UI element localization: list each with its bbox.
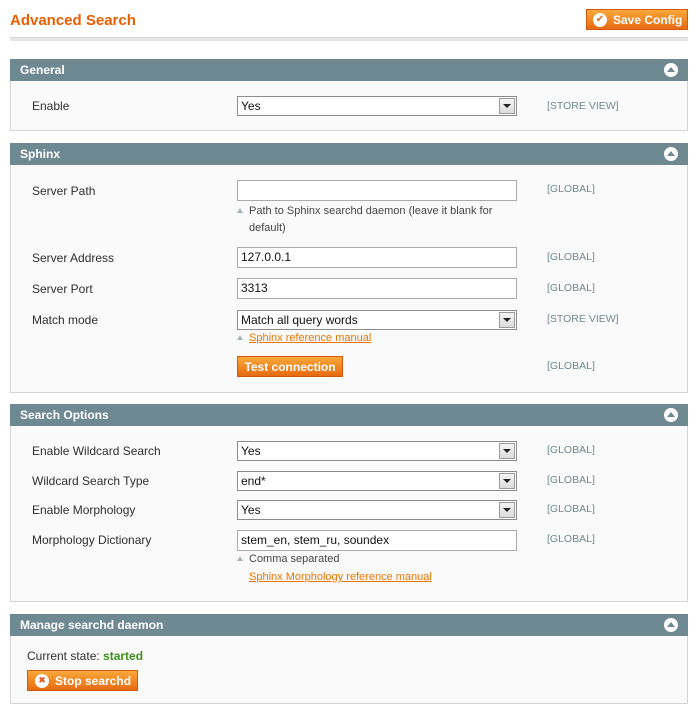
wildcard-type-value: end* [241,474,266,488]
section-body-sphinx: Server Path [GLOBAL] Path to Sphinx sear… [10,165,688,393]
wildcard-type-select[interactable]: end* [237,471,517,491]
save-config-button[interactable]: ✔ Save Config [586,9,688,30]
note-arrow-icon [237,335,243,340]
server-address-input[interactable]: 127.0.0.1 [237,247,517,268]
morphology-dictionary-input[interactable]: stem_en, stem_ru, soundex [237,530,517,551]
morphology-note-text: Comma separated [249,553,340,565]
scope-label: [GLOBAL] [547,360,595,372]
section-body-general: Enable Yes [STORE VIEW] [10,81,688,131]
section-title-search-options: Search Options [20,408,109,422]
enable-wildcard-label: Enable Wildcard Search [32,444,161,458]
section-body-daemon: Current state: started ✖ Stop searchd [10,636,688,704]
enable-wildcard-select[interactable]: Yes [237,441,517,461]
enable-morphology-label: Enable Morphology [32,503,136,517]
collapse-icon[interactable] [664,147,678,161]
match-mode-note: Sphinx reference manual [237,330,371,347]
note-arrow-icon [237,556,243,561]
section-header-general[interactable]: General [10,59,688,81]
section-header-daemon[interactable]: Manage searchd daemon [10,614,688,636]
current-state-label: Current state: [27,649,100,663]
section-body-search-options: Enable Wildcard Search Yes [GLOBAL] Wild… [10,426,688,602]
note-arrow-icon [237,208,243,213]
enable-label: Enable [32,99,70,113]
server-address-label: Server Address [32,251,115,265]
server-path-label: Server Path [32,184,96,198]
stop-searchd-button[interactable]: ✖ Stop searchd [27,670,138,691]
section-title-sphinx: Sphinx [20,147,61,161]
scope-label: [STORE VIEW] [547,313,619,325]
sphinx-reference-link[interactable]: Sphinx reference manual [249,332,371,344]
enable-morphology-select[interactable]: Yes [237,500,517,520]
scope-label: [STORE VIEW] [547,100,619,112]
chevron-down-icon [499,502,515,518]
scope-label: [GLOBAL] [547,282,595,294]
scope-label: [GLOBAL] [547,183,595,195]
section-title-general: General [20,63,65,77]
collapse-icon[interactable] [664,408,678,422]
chevron-down-icon [499,312,515,328]
scope-label: [GLOBAL] [547,503,595,515]
enable-wildcard-value: Yes [241,444,261,458]
server-port-input[interactable]: 3313 [237,278,517,299]
stop-icon: ✖ [35,673,49,688]
scope-label: [GLOBAL] [547,533,595,545]
server-path-note: Path to Sphinx searchd daemon (leave it … [237,203,507,237]
section-header-sphinx[interactable]: Sphinx [10,143,688,165]
morphology-dictionary-label: Morphology Dictionary [32,533,152,547]
wildcard-type-label: Wildcard Search Type [32,474,150,488]
test-connection-button[interactable]: Test connection [237,356,343,377]
save-config-label: Save Config [613,12,683,27]
enable-select-value: Yes [241,99,261,113]
morphology-note: Comma separated [237,551,340,568]
chevron-down-icon [499,98,515,114]
server-path-note-line1: Path to Sphinx searchd daemon (leave it … [249,205,493,217]
chevron-down-icon [499,443,515,459]
current-state-value: started [103,649,144,663]
enable-morphology-value: Yes [241,503,261,517]
scope-label: [GLOBAL] [547,251,595,263]
section-header-search-options[interactable]: Search Options [10,404,688,426]
match-mode-value: Match all query words [241,313,358,327]
page-title: Advanced Search [10,12,136,29]
enable-select[interactable]: Yes [237,96,517,116]
section-title-daemon: Manage searchd daemon [20,618,164,632]
chevron-down-icon [499,473,515,489]
current-state: Current state: started [27,649,143,663]
collapse-icon[interactable] [664,618,678,632]
stop-searchd-label: Stop searchd [55,673,132,688]
scope-label: [GLOBAL] [547,474,595,486]
morphology-reference-link[interactable]: Sphinx Morphology reference manual [249,571,432,583]
scope-label: [GLOBAL] [547,444,595,456]
title-divider [10,37,688,41]
server-path-note-line2: default) [249,222,286,234]
morphology-link-row: Sphinx Morphology reference manual [249,569,432,586]
match-mode-label: Match mode [32,313,99,327]
checkmark-icon: ✔ [593,12,607,27]
server-path-input[interactable] [237,180,517,201]
collapse-icon[interactable] [664,63,678,77]
match-mode-select[interactable]: Match all query words [237,310,517,330]
server-port-label: Server Port [32,282,93,296]
